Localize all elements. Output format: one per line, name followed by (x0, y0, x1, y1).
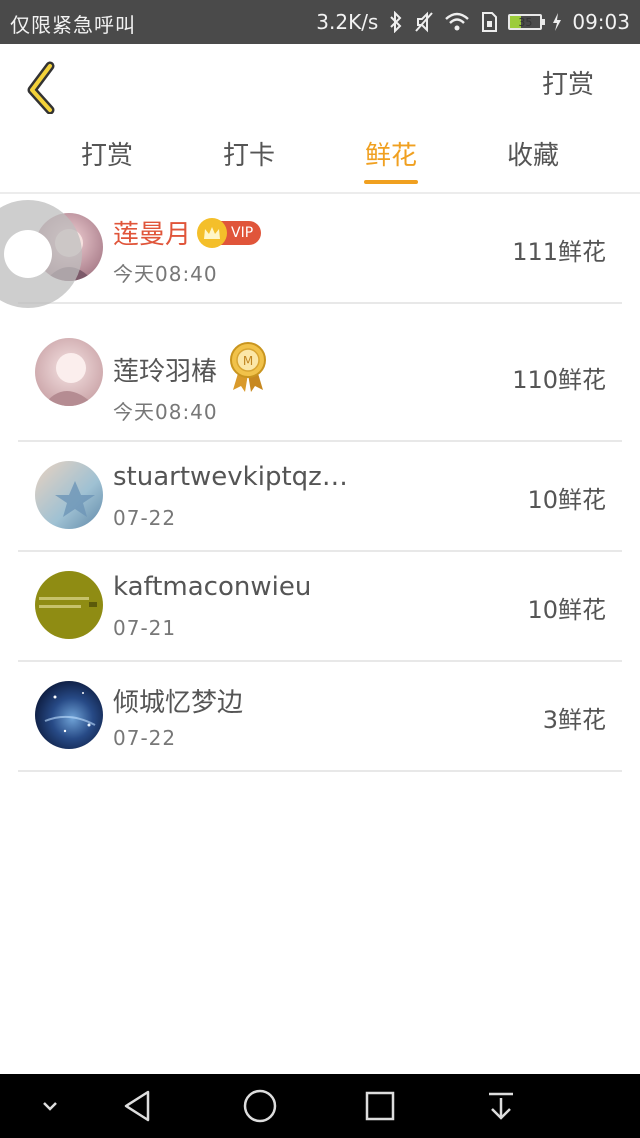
sim-icon (480, 11, 498, 33)
flower-count: 10鲜花 (527, 596, 606, 624)
wifi-icon (444, 11, 470, 33)
active-tab-indicator (364, 180, 418, 184)
avatar[interactable] (35, 681, 103, 749)
tab-label: 鲜花 (364, 141, 417, 171)
timestamp: 07-22 (113, 726, 177, 750)
clock: 09:03 (572, 10, 630, 34)
tab-label: 打赏 (80, 141, 133, 171)
flower-count: 111鲜花 (512, 238, 606, 266)
svg-text:M: M (243, 354, 253, 368)
navigation-bar (0, 1074, 640, 1138)
charging-icon (552, 13, 562, 31)
nav-home-button[interactable] (240, 1086, 280, 1126)
user-name: kaftmaconwieu (113, 572, 312, 602)
user-name: 莲玲羽椿 M (113, 340, 269, 399)
bluetooth-icon (388, 11, 404, 33)
nav-recents-button[interactable] (360, 1086, 400, 1126)
avatar[interactable] (35, 338, 103, 406)
circle-home-icon (243, 1089, 277, 1123)
timestamp: 今天08:40 (113, 400, 218, 424)
status-bar: 仅限紧急呼叫 3.2K/s 35 09:03 (0, 0, 640, 44)
floating-ball-core (4, 230, 52, 278)
list-item[interactable]: 莲曼月 VIP 今天08:40 111鲜花 (18, 194, 622, 304)
vip-badge: VIP (197, 217, 262, 248)
header: 打赏 (0, 44, 640, 124)
net-speed: 3.2K/s (316, 10, 379, 34)
chevron-down-icon (43, 1102, 57, 1111)
user-name-text: 莲曼月 (113, 220, 192, 250)
battery-icon: 35 (508, 14, 546, 30)
status-icons: 3.2K/s 35 09:03 (316, 0, 630, 44)
tab-reward[interactable]: 打赏 (52, 134, 162, 184)
timestamp: 今天08:40 (113, 262, 218, 286)
flower-list: 莲曼月 VIP 今天08:40 111鲜花 莲玲羽椿 M 今天08:40 110… (0, 194, 640, 772)
hide-navbar-button[interactable] (30, 1086, 70, 1126)
user-name: stuartwevkiptqz… (113, 462, 348, 492)
list-item[interactable]: 倾城忆梦边 07-22 3鲜花 (18, 662, 622, 772)
tab-favorites[interactable]: 收藏 (478, 134, 588, 184)
chevron-left-icon (27, 61, 55, 115)
mute-icon (414, 11, 434, 33)
flower-count: 110鲜花 (512, 366, 606, 394)
user-name: 倾城忆梦边 (113, 688, 244, 718)
pull-down-icon (489, 1092, 513, 1120)
carrier-text: 仅限紧急呼叫 (10, 13, 136, 37)
battery-level: 35 (518, 15, 533, 29)
reward-button[interactable]: 打赏 (542, 64, 594, 101)
back-button[interactable] (20, 54, 70, 115)
medal-icon: M (227, 340, 269, 399)
nav-back-button[interactable] (118, 1086, 158, 1126)
timestamp: 07-22 (113, 506, 177, 530)
list-item[interactable]: 莲玲羽椿 M 今天08:40 110鲜花 (18, 304, 622, 442)
notification-pull-button[interactable] (481, 1086, 521, 1126)
user-name: 莲曼月 VIP (113, 214, 262, 251)
crown-icon (197, 217, 228, 248)
tab-label: 打卡 (222, 141, 275, 171)
triangle-back-icon (124, 1090, 150, 1122)
tab-label: 收藏 (506, 141, 559, 171)
tab-flowers[interactable]: 鲜花 (336, 134, 446, 184)
list-item[interactable]: stuartwevkiptqz… 07-22 10鲜花 (18, 442, 622, 552)
list-item[interactable]: kaftmaconwieu 07-21 10鲜花 (18, 552, 622, 662)
tab-checkin[interactable]: 打卡 (194, 134, 304, 184)
vip-label: VIP (231, 224, 254, 241)
avatar[interactable] (35, 571, 103, 639)
avatar[interactable] (35, 461, 103, 529)
flower-count: 10鲜花 (527, 486, 606, 514)
user-name-text: 莲玲羽椿 (113, 357, 218, 387)
flower-count: 3鲜花 (542, 706, 606, 734)
square-recents-icon (365, 1091, 395, 1121)
tab-bar: 打赏 打卡 鲜花 收藏 (0, 124, 640, 192)
timestamp: 07-21 (113, 616, 177, 640)
